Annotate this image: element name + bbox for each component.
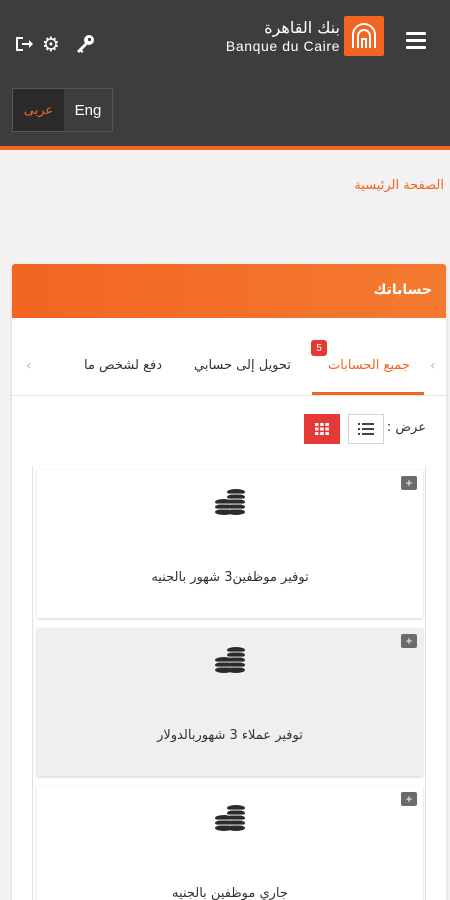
language-english-button[interactable]: Eng (63, 89, 112, 131)
list-view-icon[interactable] (348, 414, 384, 444)
account-name: جاري موظفين بالجنيه (172, 886, 288, 900)
coins-icon (215, 805, 245, 831)
plus-icon[interactable]: + (401, 476, 417, 490)
tab-badge: 5 (311, 340, 327, 356)
logo-mark-icon (344, 16, 384, 56)
gear-icon[interactable]: ⚙ (40, 33, 62, 55)
bank-logo: بنك القاهرة Banque du Caire (210, 16, 388, 62)
plus-icon[interactable]: + (401, 634, 417, 648)
breadcrumb[interactable]: الصفحة الرئيسية (354, 178, 444, 193)
grid-view-icon[interactable] (304, 414, 340, 444)
view-label: عرض : (386, 420, 426, 435)
logout-icon[interactable] (13, 33, 35, 55)
app-header: ⚙ بنك القاهرة Banque du Caire عربى Eng (0, 0, 450, 148)
accounts-panel: حساباتك ‹ دفع لشخص ما تحويل إلى حسابي جم… (12, 264, 446, 900)
account-card[interactable]: + جاري موظفين بالجنيه (37, 786, 423, 900)
panel-title: حساباتك (373, 282, 432, 298)
chevron-right-icon[interactable]: ‹ (430, 358, 436, 374)
tab-bar: ‹ دفع لشخص ما تحويل إلى حسابي جميع الحسا… (12, 318, 446, 396)
key-icon[interactable] (74, 33, 96, 55)
plus-icon[interactable]: + (401, 792, 417, 806)
tab-all-accounts[interactable]: جميع الحسابات (328, 358, 410, 373)
menu-icon[interactable] (406, 30, 428, 50)
account-cards: + توفير موظفين3 شهور بالجنيه + توفير عمل… (32, 466, 426, 900)
coins-icon (215, 647, 245, 673)
tab-pay-someone[interactable]: دفع لشخص ما (84, 358, 162, 373)
tab-transfer-own[interactable]: تحويل إلى حسابي (194, 358, 291, 373)
coins-icon (215, 489, 245, 515)
header-accent-line (0, 146, 450, 150)
logo-arabic-text: بنك القاهرة (264, 18, 340, 37)
account-name: توفير موظفين3 شهور بالجنيه (151, 570, 309, 585)
language-arabic-button[interactable]: عربى (13, 89, 64, 131)
chevron-left-icon[interactable]: ‹ (26, 358, 32, 374)
account-name: توفير عملاء 3 شهوربالدولار (157, 728, 303, 743)
account-card[interactable]: + توفير عملاء 3 شهوربالدولار (37, 628, 423, 776)
panel-header: حساباتك (12, 264, 446, 318)
logo-english-text: Banque du Caire (225, 38, 340, 54)
account-card[interactable]: + توفير موظفين3 شهور بالجنيه (37, 470, 423, 618)
language-switcher: عربى Eng (12, 88, 113, 132)
active-tab-indicator (312, 392, 424, 395)
